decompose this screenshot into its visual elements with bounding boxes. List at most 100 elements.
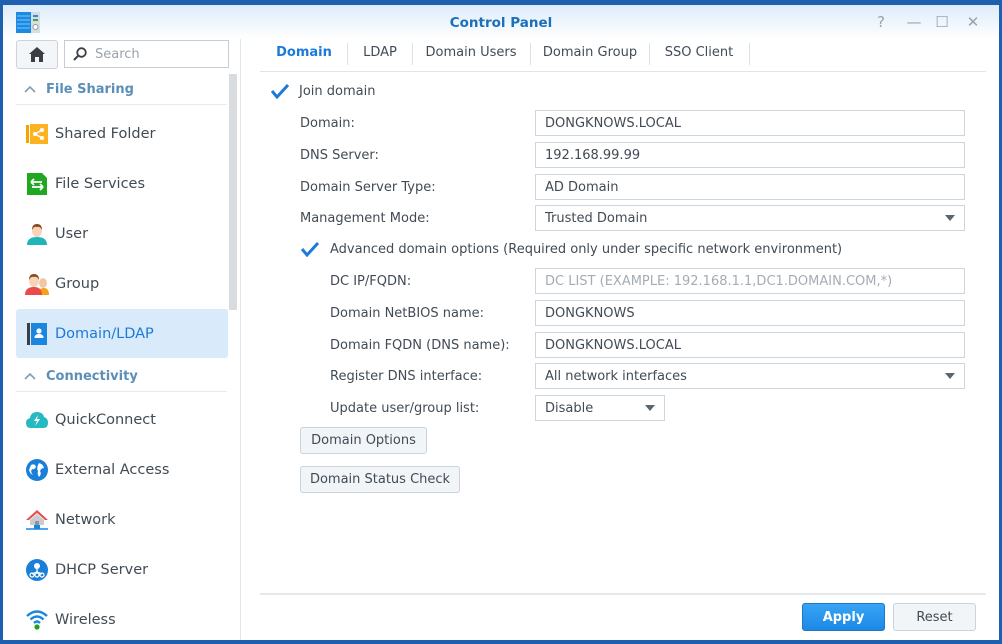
- search-input[interactable]: [93, 45, 217, 63]
- home-button[interactable]: [16, 40, 58, 69]
- tab-ldap[interactable]: LDAP: [348, 39, 412, 65]
- join-domain-checkbox[interactable]: [271, 82, 289, 100]
- tab-bar: Domain LDAP Domain Users Domain Group SS…: [260, 39, 986, 72]
- update-list-label: Update user/group list:: [330, 400, 480, 416]
- dns-server-input[interactable]: [536, 146, 933, 164]
- help-icon: ?: [877, 13, 885, 31]
- user-icon: [25, 222, 49, 246]
- dc-ip-field[interactable]: [535, 268, 965, 294]
- domain-input[interactable]: [536, 114, 933, 132]
- sidebar-item-file-services[interactable]: File Services: [16, 159, 228, 208]
- sidebar-item-label: File Services: [55, 175, 146, 192]
- domain-ldap-icon: [25, 322, 49, 346]
- help-button[interactable]: ?: [871, 13, 891, 31]
- maximize-icon: ☐: [935, 13, 949, 31]
- close-icon: ✕: [966, 13, 980, 31]
- external-access-icon: [25, 458, 49, 482]
- home-icon: [29, 47, 45, 62]
- join-domain-row: Join domain: [271, 77, 375, 105]
- footer-divider: [260, 593, 986, 595]
- netbios-label: Domain NetBIOS name:: [330, 305, 485, 321]
- maximize-button[interactable]: ☐: [932, 13, 952, 31]
- group-header-file-sharing[interactable]: File Sharing: [16, 74, 227, 105]
- button-label: Domain Options: [311, 433, 416, 448]
- tab-domain[interactable]: Domain: [266, 39, 342, 65]
- sidebar-item-label: Group: [55, 275, 100, 292]
- fqdn-input[interactable]: [536, 336, 933, 354]
- netbios-input[interactable]: [536, 304, 933, 322]
- search-icon: [73, 47, 87, 61]
- dc-ip-label: DC IP/FQDN:: [330, 273, 412, 289]
- update-list-select[interactable]: Disable: [535, 395, 665, 421]
- dropdown-arrow-icon: [945, 373, 955, 379]
- dns-server-field[interactable]: [535, 142, 965, 168]
- sidebar-scrollbar[interactable]: [229, 74, 237, 310]
- register-dns-value: All network interfaces: [545, 368, 687, 384]
- quickconnect-icon: [25, 408, 49, 432]
- wireless-icon: [25, 608, 49, 632]
- close-button[interactable]: ✕: [963, 13, 983, 31]
- sidebar-divider: [240, 39, 241, 640]
- sidebar-item-external-access[interactable]: External Access: [16, 445, 228, 494]
- management-mode-select[interactable]: Trusted Domain: [535, 205, 965, 231]
- sidebar-item-label: User: [55, 225, 89, 242]
- tab-sso-client[interactable]: SSO Client: [650, 39, 748, 65]
- advanced-options-row: Advanced domain options (Required only u…: [301, 235, 842, 263]
- title-bar: Control Panel ? — ☐ ✕: [3, 5, 999, 39]
- button-label: Apply: [822, 609, 865, 625]
- fqdn-field[interactable]: [535, 332, 965, 358]
- sidebar: File Sharing Shared Folder File Services…: [3, 39, 243, 640]
- netbios-field[interactable]: [535, 300, 965, 326]
- apply-button[interactable]: Apply: [802, 603, 885, 631]
- advanced-options-checkbox[interactable]: [301, 240, 319, 258]
- button-label: Domain Status Check: [309, 472, 451, 487]
- management-mode-value: Trusted Domain: [545, 210, 648, 226]
- window-title: Control Panel: [449, 15, 553, 31]
- tab-label: Domain: [276, 44, 332, 60]
- register-dns-label: Register DNS interface:: [330, 368, 483, 384]
- dropdown-arrow-icon: [945, 215, 955, 221]
- advanced-options-label: Advanced domain options (Required only u…: [330, 241, 843, 257]
- reset-button[interactable]: Reset: [893, 603, 976, 631]
- checkmark-icon: [271, 83, 289, 99]
- join-domain-label: Join domain: [299, 83, 376, 99]
- sidebar-item-quickconnect[interactable]: QuickConnect: [16, 395, 228, 444]
- sidebar-item-label: Shared Folder: [55, 125, 156, 142]
- group-icon: [25, 272, 49, 296]
- network-icon: [25, 508, 49, 532]
- group-header-connectivity[interactable]: Connectivity: [16, 361, 227, 392]
- shared-folder-icon: [25, 122, 49, 146]
- sidebar-item-user[interactable]: User: [16, 209, 228, 258]
- sidebar-item-dhcp-server[interactable]: DHCP Server: [16, 545, 228, 594]
- dns-server-label: DNS Server:: [300, 147, 379, 163]
- dropdown-arrow-icon: [645, 405, 655, 411]
- server-type-label: Domain Server Type:: [300, 179, 436, 195]
- sidebar-item-network[interactable]: Network: [16, 495, 228, 544]
- sidebar-item-shared-folder[interactable]: Shared Folder: [16, 109, 228, 158]
- fqdn-label: Domain FQDN (DNS name):: [330, 337, 510, 353]
- checkmark-icon: [301, 241, 319, 257]
- dc-ip-input[interactable]: [536, 272, 933, 290]
- management-mode-label: Management Mode:: [300, 210, 430, 226]
- minimize-icon: —: [906, 13, 922, 31]
- minimize-button[interactable]: —: [904, 13, 924, 31]
- tab-domain-group[interactable]: Domain Group: [531, 39, 649, 65]
- dhcp-server-icon: [25, 558, 49, 582]
- group-header-label: Connectivity: [46, 368, 138, 384]
- sidebar-item-group[interactable]: Group: [16, 259, 228, 308]
- domain-options-button[interactable]: Domain Options: [300, 427, 427, 454]
- chevron-up-icon: [24, 85, 36, 93]
- control-panel-window: Control Panel ? — ☐ ✕ File Sharing Share…: [3, 5, 999, 640]
- tab-label: SSO Client: [664, 44, 734, 60]
- domain-field[interactable]: [535, 110, 965, 136]
- group-header-label: File Sharing: [46, 81, 134, 97]
- sidebar-item-wireless[interactable]: Wireless: [16, 595, 228, 640]
- tab-label: Domain Users: [425, 44, 517, 60]
- sidebar-item-domain-ldap[interactable]: Domain/LDAP: [16, 309, 228, 358]
- domain-status-check-button[interactable]: Domain Status Check: [300, 466, 460, 493]
- server-type-field: AD Domain: [535, 174, 965, 200]
- tab-domain-users[interactable]: Domain Users: [413, 39, 529, 65]
- register-dns-select[interactable]: All network interfaces: [535, 363, 965, 389]
- button-label: Reset: [916, 609, 953, 625]
- search-box[interactable]: [64, 40, 229, 68]
